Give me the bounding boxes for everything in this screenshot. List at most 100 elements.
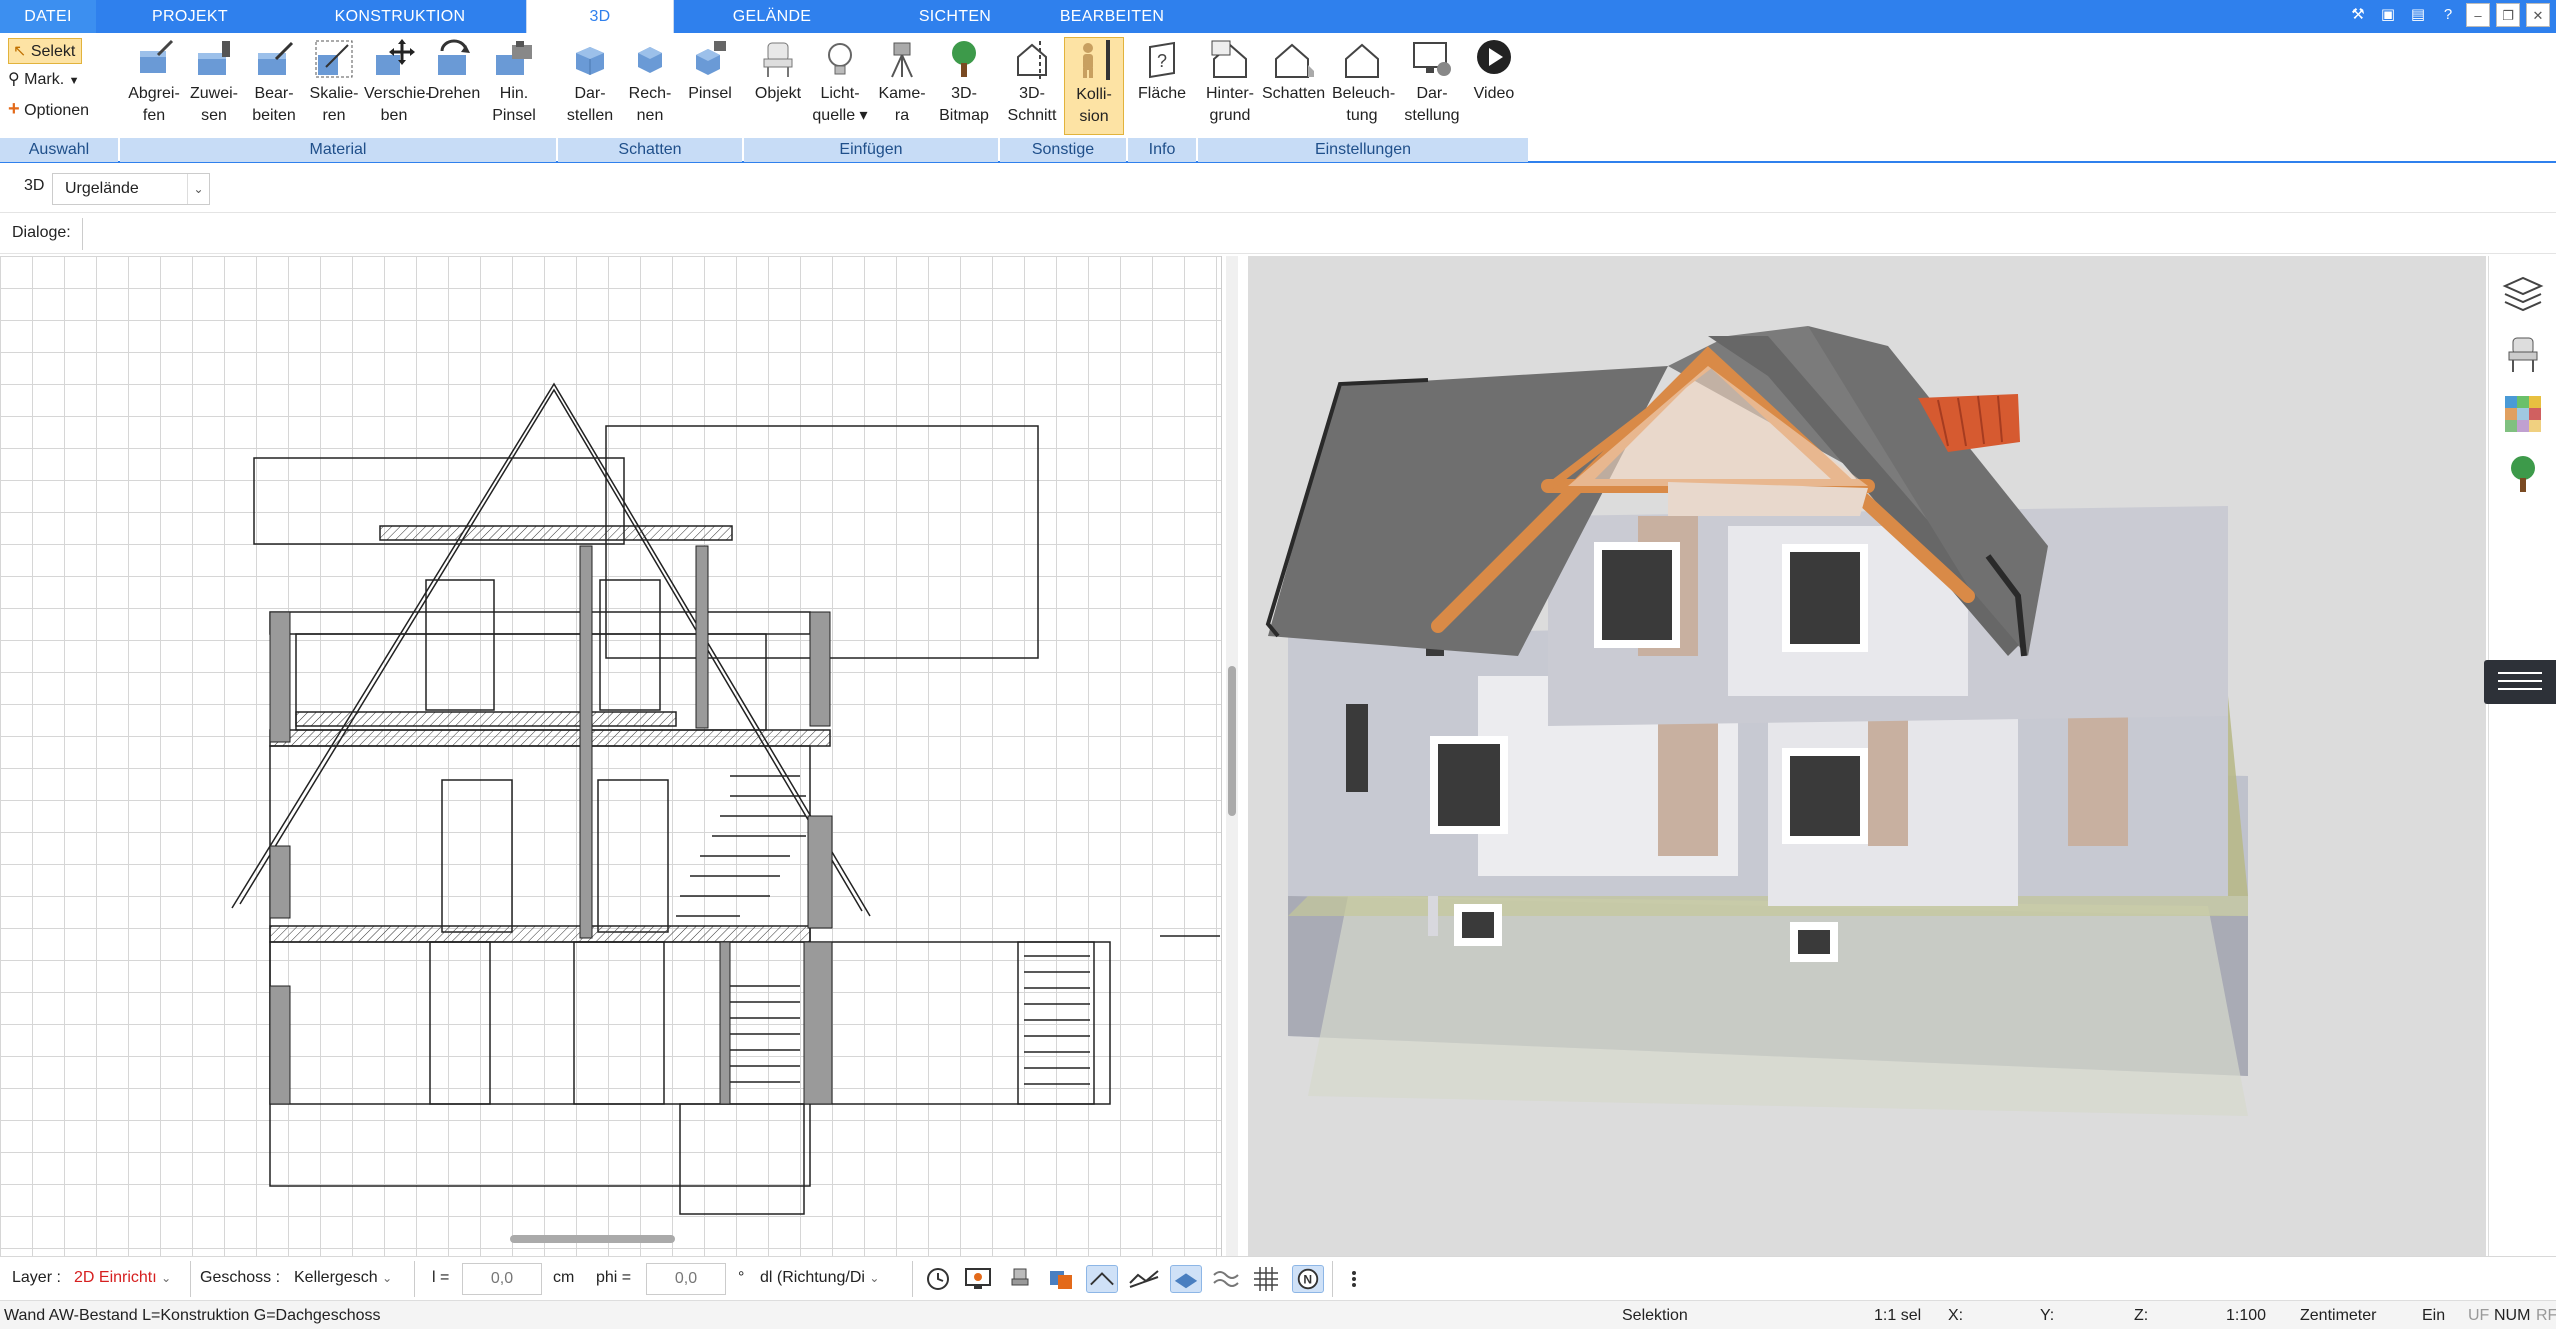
beleuchtung-button[interactable]: Beleuch- tung [1332,37,1395,135]
3d-bitmap-button[interactable]: 3D- Bitmap [934,37,994,135]
plane-icon[interactable] [1170,1265,1202,1293]
lichtquelle-button[interactable]: Licht- quelle ▾ [810,37,870,135]
darstellen-label: Dar- stellen [566,85,614,124]
assign-material-icon [198,41,230,75]
terrain-select[interactable]: Urgelände ⌄ [52,173,210,205]
schatten-einst-button[interactable]: Schatten [1262,37,1325,135]
shadow-display-icon [576,47,604,75]
object-color-icon[interactable] [1044,1265,1076,1293]
hinweis-pinsel-button[interactable]: Hin. Pinsel [484,37,544,135]
menu-bar: DATEI PROJEKT KONSTRUKTION 3D GELÄNDE SI… [0,0,2556,33]
close-icon[interactable]: ✕ [2526,3,2550,27]
layers-icon[interactable] [2501,272,2545,316]
divider [190,1261,191,1297]
group-einfuegen: Objekt Licht- quelle ▾ Kame- ra 3D- Bitm… [744,33,998,163]
tab-konstruktion[interactable]: KONSTRUKTION [300,0,500,33]
rotate-icon [438,39,470,75]
schatten-pinsel-label: Pinsel [688,85,732,102]
status-rf: RF [2536,1307,2556,1324]
phi-input[interactable]: 0,0 [646,1263,726,1295]
help-icon[interactable]: ? [2436,3,2460,27]
chair-icon[interactable] [2501,332,2545,376]
geschoss-label: Geschoss : [200,1269,281,1286]
kamera-button[interactable]: Kame- ra [872,37,932,135]
move-icon [376,39,415,75]
window-layout-icon[interactable]: ▣ [2376,3,2400,27]
tab-3d[interactable]: 3D [526,0,674,33]
flaeche-button[interactable]: ? Fläche [1132,37,1192,135]
direction-select[interactable]: dl (Richtung/Di ⌄ [756,1263,906,1295]
menu-icon[interactable] [2484,660,2556,704]
plus-icon: + [8,98,20,120]
view-3d[interactable] [1248,256,2486,1256]
darstellung-button[interactable]: Dar- stellung [1402,37,1462,135]
length-unit: cm [553,1269,575,1286]
3d-schnitt-button[interactable]: 3D- Schnitt [1002,37,1062,135]
play-icon [1477,40,1511,74]
status-ein: Ein [2422,1307,2446,1324]
minimize-icon[interactable]: – [2466,3,2490,27]
geschoss-select[interactable]: Kellergesch ⌄ [290,1263,406,1295]
north-icon[interactable]: N [1292,1265,1324,1293]
tools-icon[interactable]: ⚒ [2346,3,2370,27]
chair-icon [763,42,793,77]
tab-projekt[interactable]: PROJEKT [100,0,280,33]
status-scale: 1:100 [2226,1307,2267,1324]
selekt-button[interactable]: ↖ Selekt [8,38,83,64]
length-value: 0,0 [490,1270,514,1287]
kamera-label: Kame- ra [878,85,926,124]
lightbulb-icon [828,43,852,75]
abgreifen-button[interactable]: Abgrei- fen [124,37,184,135]
chevron-down-icon: ▼ [68,75,80,87]
scroll-thumb[interactable] [1228,666,1236,816]
objekt-button[interactable]: Objekt [748,37,808,135]
chevron-down-icon: ⌄ [869,1271,880,1285]
video-button[interactable]: Video [1464,37,1524,135]
verschieben-label: Verschie- ben [364,85,431,124]
status-mode: Selektion [1622,1307,1688,1324]
plan-horizontal-scrollbar[interactable] [0,1232,1222,1246]
tab-gelaende[interactable]: GELÄNDE [700,0,844,33]
scroll-thumb[interactable] [510,1235,675,1243]
kollision-button[interactable]: Kolli- sion [1064,37,1124,135]
verschieben-button[interactable]: Verschie- ben [364,37,431,135]
house-3d-model [1265,326,2248,1116]
group-label-info: Info [1128,138,1196,162]
darstellen-button[interactable]: Dar- stellen [560,37,620,135]
group-auswahl: ↖ Selekt ⚲ Mark. ▼ + Optionen Auswahl [0,33,118,163]
layer-select[interactable]: 2D Einrichtı ⌄ [70,1263,182,1295]
zuweisen-button[interactable]: Zuwei- sen [184,37,244,135]
roof-icon[interactable] [1086,1265,1118,1293]
plan-2d-view[interactable] [0,256,1222,1256]
tab-sichten[interactable]: SICHTEN [880,0,1030,33]
optionen-button[interactable]: + Optionen [8,96,89,122]
rechnen-button[interactable]: Rech- nen [620,37,680,135]
group-label-material: Material [120,138,556,162]
length-input[interactable]: 0,0 [462,1263,542,1295]
plan-vertical-scrollbar[interactable] [1226,256,1238,1256]
brush-icon [496,41,532,75]
tree-icon[interactable] [2501,452,2545,496]
restore-icon[interactable]: ❐ [2496,3,2520,27]
materials-icon[interactable] [2501,392,2545,436]
clock-icon[interactable] [922,1265,954,1293]
mark-button[interactable]: ⚲ Mark. ▼ [8,67,80,93]
hinweis-pinsel-label: Hin. Pinsel [492,85,536,124]
tab-bearbeiten[interactable]: BEARBEITEN [1040,0,1184,33]
drehen-button[interactable]: Drehen [424,37,484,135]
drehen-label: Drehen [427,85,481,102]
skalieren-button[interactable]: Skalie- ren [304,37,364,135]
bearbeiten-button[interactable]: Bear- beiten [244,37,304,135]
phi-value: 0,0 [674,1270,698,1287]
schatten-pinsel-button[interactable]: Pinsel [680,37,740,135]
chair-3d-icon[interactable] [1004,1265,1036,1293]
palette-icon[interactable]: ▤ [2406,3,2430,27]
hintergrund-button[interactable]: Hinter- grund [1200,37,1260,135]
tab-datei[interactable]: DATEI [0,0,96,33]
terrain-icon[interactable] [1128,1265,1160,1293]
dialoge-label: Dialoge: [12,224,71,241]
grid-icon[interactable] [1250,1265,1282,1293]
monitor-icon[interactable] [962,1265,994,1293]
more-vertical-icon[interactable] [1344,1265,1364,1293]
wave-icon[interactable] [1210,1265,1242,1293]
